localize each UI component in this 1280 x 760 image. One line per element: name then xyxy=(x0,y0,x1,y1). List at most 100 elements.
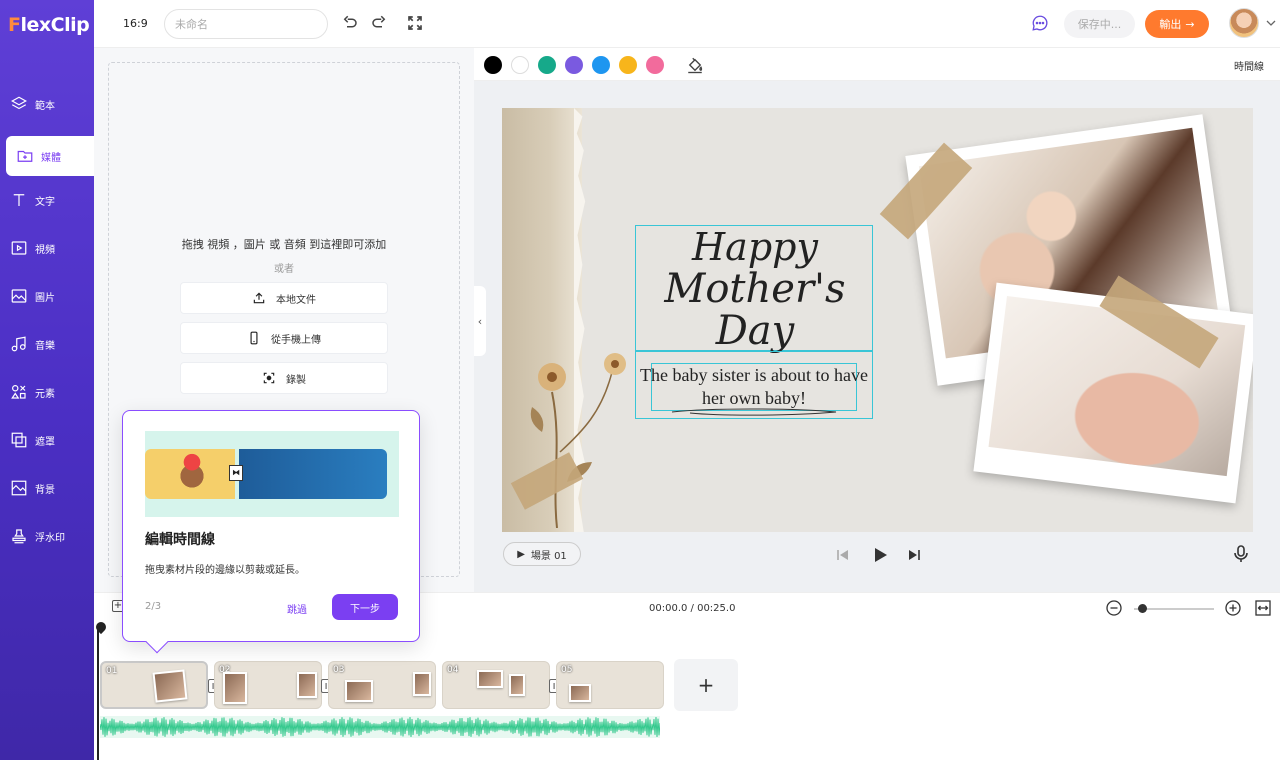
clip-number: 05 xyxy=(561,665,573,675)
sidebar-item-label: 範本 xyxy=(35,100,55,112)
skip-forward-icon[interactable] xyxy=(907,548,921,562)
sidebar-item-music[interactable]: 音樂 xyxy=(0,324,94,364)
drop-hint: 拖拽 視頻 ，圖片 或 音頻 到這裡即可添加 xyxy=(181,238,387,251)
scene-clip[interactable]: 01 xyxy=(100,661,208,709)
tooltip-skip-button[interactable]: 跳過 xyxy=(287,601,307,616)
underline-flourish xyxy=(671,408,837,416)
zoom-out-icon[interactable] xyxy=(1106,600,1122,616)
layers-icon xyxy=(11,96,27,110)
sidebar-item-label: 媒體 xyxy=(41,152,61,164)
fit-timeline-icon[interactable] xyxy=(1255,600,1271,616)
sidebar-item-text[interactable]: 文字 xyxy=(0,180,94,220)
redo-icon[interactable] xyxy=(370,14,388,32)
arrow-right-icon: → xyxy=(1185,17,1195,31)
export-label: 輸出 xyxy=(1159,18,1182,31)
photo-frame-pregnancy[interactable] xyxy=(973,282,1253,504)
skip-back-icon[interactable] xyxy=(836,548,850,562)
play-small-icon: ▶ xyxy=(517,548,525,560)
scene-play-button[interactable]: ▶ 場景 01 xyxy=(503,542,581,566)
scene-clip[interactable]: 02 xyxy=(214,661,322,709)
record-button[interactable]: 錄製 xyxy=(180,362,388,394)
flexclip-logo[interactable]: FlexClip xyxy=(8,14,90,36)
fullscreen-icon[interactable] xyxy=(406,14,424,32)
video-canvas[interactable]: Happy Mother's Day The baby sister is ab… xyxy=(502,108,1253,532)
overlay-icon xyxy=(11,432,27,448)
sidebar-item-overlay[interactable]: 遮罩 xyxy=(0,420,94,460)
upload-local-label: 本地文件 xyxy=(276,294,316,306)
sidebar-item-video[interactable]: 視頻 xyxy=(0,228,94,268)
undo-icon[interactable] xyxy=(341,14,359,32)
music-icon xyxy=(11,336,26,352)
sidebar-item-label: 背景 xyxy=(35,484,55,496)
color-swatch-purple[interactable] xyxy=(565,56,583,74)
avatar[interactable] xyxy=(1229,8,1259,38)
sidebar-item-label: 遮罩 xyxy=(35,436,55,448)
elements-icon xyxy=(11,385,26,399)
watermark-icon xyxy=(12,529,26,544)
timecode: 00:00.0 / 00:25.0 xyxy=(649,603,736,614)
sidebar-item-label: 文字 xyxy=(35,196,55,208)
tooltip-person-thumbnail xyxy=(175,453,209,499)
tooltip-dog-thumbnail xyxy=(239,449,387,499)
tooltip-title: 編輯時間線 xyxy=(145,532,215,548)
add-scene-button[interactable]: + xyxy=(674,659,738,711)
tooltip-description: 拖曳素材片段的邊緣以剪裁或延長。 xyxy=(145,565,305,576)
collapse-panel-button[interactable]: ‹ xyxy=(474,286,486,356)
tooltip-step-counter: 2/3 xyxy=(145,601,162,612)
save-status: 保存中... xyxy=(1064,10,1135,38)
scene-clip[interactable]: 04 xyxy=(442,661,550,709)
onboarding-tooltip: ⧓ 編輯時間線 拖曳素材片段的邊緣以剪裁或延長。 2/3 跳過 下一步 xyxy=(122,410,420,654)
chevron-down-icon[interactable] xyxy=(1266,18,1276,28)
clip-number: 04 xyxy=(447,665,459,675)
aspect-ratio-selector[interactable]: 16:9 xyxy=(123,17,148,30)
upload-icon xyxy=(253,292,265,304)
greeting-body-text[interactable]: The baby sister is about to have her own… xyxy=(636,364,872,411)
feedback-chat-icon[interactable] xyxy=(1031,14,1049,32)
color-swatch-blue[interactable] xyxy=(592,56,610,74)
color-swatch-white[interactable] xyxy=(511,56,529,74)
clip-number: 01 xyxy=(106,666,118,676)
scene-clip[interactable]: 05 xyxy=(556,661,664,709)
zoom-in-icon[interactable] xyxy=(1225,600,1241,616)
sidebar-item-label: 浮水印 xyxy=(35,532,65,544)
sidebar-item-label: 視頻 xyxy=(35,244,55,256)
project-title-input[interactable] xyxy=(164,9,328,39)
play-icon[interactable] xyxy=(872,547,888,563)
greeting-title-line2: Mother's Day xyxy=(664,265,846,354)
sidebar-item-background[interactable]: 背景 xyxy=(0,468,94,508)
sidebar: FlexClip 範本 媒體 文字 視頻 圖片 音樂 元素 遮罩 背景 浮水印 xyxy=(0,0,94,760)
color-swatch-yellow[interactable] xyxy=(619,56,637,74)
color-swatch-black[interactable] xyxy=(484,56,502,74)
background-icon xyxy=(11,480,27,496)
sidebar-item-watermark[interactable]: 浮水印 xyxy=(0,516,94,556)
export-button[interactable]: 輸出 → xyxy=(1145,10,1209,38)
timeline-toggle[interactable]: 時間線 xyxy=(1234,58,1264,73)
sidebar-item-label: 音樂 xyxy=(35,340,55,352)
audio-waveform[interactable] xyxy=(100,716,660,738)
tooltip-illustration: ⧓ xyxy=(145,431,399,517)
scene-label: 場景 01 xyxy=(530,550,567,562)
trim-handle-icon: ⧓ xyxy=(229,465,243,481)
microphone-icon[interactable] xyxy=(1233,545,1249,563)
image-icon xyxy=(11,289,27,303)
top-bar: 16:9 保存中... 輸出 → xyxy=(94,0,1280,48)
sidebar-item-label: 圖片 xyxy=(35,292,55,304)
sidebar-item-media[interactable]: 媒體 xyxy=(6,136,94,176)
color-swatch-teal[interactable] xyxy=(538,56,556,74)
tooltip-next-button[interactable]: 下一步 xyxy=(332,594,398,620)
paint-bucket-icon[interactable] xyxy=(686,56,704,74)
playhead[interactable] xyxy=(93,619,109,760)
scene-clip[interactable]: 03 xyxy=(328,661,436,709)
zoom-slider-handle[interactable] xyxy=(1138,604,1147,613)
color-swatch-pink[interactable] xyxy=(646,56,664,74)
upload-phone-button[interactable]: 從手機上傳 xyxy=(180,322,388,354)
sidebar-item-elements[interactable]: 元素 xyxy=(0,372,94,412)
text-icon xyxy=(13,194,25,206)
media-folder-icon xyxy=(17,150,33,162)
photo-pregnancy xyxy=(988,295,1246,477)
upload-local-button[interactable]: 本地文件 xyxy=(180,282,388,314)
greeting-title[interactable]: Happy Mother's Day xyxy=(637,227,873,354)
record-icon xyxy=(263,372,275,384)
sidebar-item-templates[interactable]: 範本 xyxy=(0,84,94,124)
sidebar-item-images[interactable]: 圖片 xyxy=(0,276,94,316)
